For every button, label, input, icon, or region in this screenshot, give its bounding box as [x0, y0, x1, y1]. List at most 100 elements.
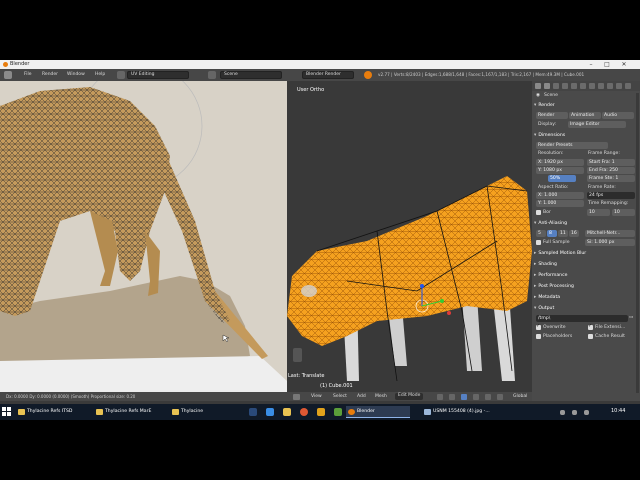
- manipulator-icon[interactable]: [461, 394, 467, 400]
- filter-size-field[interactable]: Si: 1.000 px: [585, 239, 635, 246]
- taskbar-item-blender[interactable]: Blender: [346, 406, 410, 418]
- menu-select[interactable]: Select: [333, 394, 347, 399]
- full-sample-checkbox[interactable]: [536, 240, 541, 245]
- aa-samples-11[interactable]: 11: [558, 230, 568, 237]
- orientation-selector[interactable]: Global: [513, 394, 527, 399]
- fps-selector[interactable]: 24 fps: [587, 192, 635, 199]
- taskbar-item-thylacine-refs-mare[interactable]: Thylacine Refs MarE: [94, 406, 160, 418]
- shading-panel[interactable]: Shading: [534, 262, 636, 270]
- aa-filter-selector[interactable]: Mitchell-Netr...: [585, 230, 635, 237]
- taskbar-item-usnm-image[interactable]: USNM 155408 (4).jpg -...: [422, 406, 498, 418]
- menu-add[interactable]: Add: [357, 394, 366, 399]
- world-tab-icon[interactable]: [562, 83, 568, 89]
- aa-samples-16[interactable]: 16: [569, 230, 579, 237]
- clock[interactable]: 10:44: [611, 408, 625, 414]
- edge-browser-icon[interactable]: [266, 408, 274, 416]
- task-view-icon[interactable]: [249, 408, 257, 416]
- shading-icon[interactable]: [437, 394, 443, 400]
- resolution-y-field[interactable]: Y: 1080 px: [536, 167, 584, 174]
- folder-icon: [172, 409, 179, 415]
- particles-tab-icon[interactable]: [625, 83, 631, 89]
- layers-tab-icon[interactable]: [544, 83, 550, 89]
- menu-mesh[interactable]: Mesh: [375, 394, 387, 399]
- resolution-x-field[interactable]: X: 1920 px: [536, 159, 584, 166]
- maximize-button[interactable]: □: [600, 60, 614, 69]
- aa-samples-8[interactable]: 8: [547, 230, 557, 237]
- menu-file[interactable]: File: [24, 72, 32, 77]
- constraints-tab-icon[interactable]: [580, 83, 586, 89]
- image-editor-viewport[interactable]: [0, 81, 287, 392]
- aa-samples-5[interactable]: 5: [536, 230, 546, 237]
- scene-selector[interactable]: Scene: [220, 71, 282, 79]
- scene-tab-icon[interactable]: [553, 83, 559, 89]
- data-tab-icon[interactable]: [598, 83, 604, 89]
- time-remap-old-field[interactable]: 10: [587, 209, 610, 216]
- layout-selector[interactable]: UV Editing: [127, 71, 189, 79]
- material-tab-icon[interactable]: [607, 83, 613, 89]
- minimize-button[interactable]: –: [584, 60, 598, 69]
- properties-scrollbar[interactable]: [636, 93, 639, 393]
- start-frame-field[interactable]: Start Fra: 1: [587, 159, 635, 166]
- modifiers-tab-icon[interactable]: [589, 83, 595, 89]
- system-tray-icon[interactable]: [560, 410, 565, 415]
- animation-button[interactable]: Animation: [569, 112, 601, 119]
- render-panel-header[interactable]: Render: [534, 103, 636, 111]
- display-selector[interactable]: Image Editor: [568, 121, 626, 128]
- time-remap-new-field[interactable]: 10: [612, 209, 635, 216]
- aspect-x-field[interactable]: X: 1.000: [536, 192, 584, 199]
- 3d-viewport[interactable]: User Ortho Last: Translate (1) Cube.001: [287, 81, 532, 392]
- network-icon[interactable]: [572, 410, 577, 415]
- aspect-y-field[interactable]: Y: 1.000: [536, 200, 584, 207]
- frame-step-field[interactable]: Frame Ste: 1: [587, 175, 635, 182]
- folder-icon[interactable]: ▭: [629, 315, 633, 320]
- file-explorer-icon[interactable]: [283, 408, 291, 416]
- close-button[interactable]: ✕: [617, 60, 631, 69]
- output-panel-header[interactable]: Output: [534, 306, 636, 314]
- overwrite-checkbox[interactable]: [536, 323, 541, 330]
- rotate-icon[interactable]: [485, 394, 491, 400]
- texture-tab-icon[interactable]: [616, 83, 622, 89]
- menu-render[interactable]: Render: [42, 72, 58, 77]
- post-processing-panel[interactable]: Post Processing: [534, 284, 636, 292]
- last-operator[interactable]: Last: Translate: [288, 373, 324, 379]
- metadata-panel[interactable]: Metadata: [534, 295, 636, 303]
- gizmo-z-icon[interactable]: [420, 284, 424, 288]
- menu-window[interactable]: Window: [67, 72, 85, 77]
- render-tab-icon[interactable]: [535, 83, 541, 89]
- 3d-scene: [287, 176, 532, 382]
- volume-icon[interactable]: [584, 410, 589, 415]
- mode-selector[interactable]: Edit Mode: [395, 393, 424, 400]
- editor-type-icon[interactable]: [4, 71, 12, 79]
- taskbar-item-thylacine[interactable]: Thylacine: [170, 406, 230, 418]
- placeholders-checkbox[interactable]: [536, 334, 541, 339]
- firefox-icon[interactable]: [300, 408, 308, 416]
- editor-type-icon[interactable]: [293, 394, 300, 400]
- render-presets-selector[interactable]: Render Presets: [536, 142, 608, 149]
- performance-panel[interactable]: Performance: [534, 273, 636, 281]
- audio-button[interactable]: Audio: [602, 112, 634, 119]
- output-path-field[interactable]: /tmp\: [536, 315, 628, 322]
- scale-icon[interactable]: [497, 394, 503, 400]
- cache-result-checkbox[interactable]: [588, 334, 593, 339]
- render-button[interactable]: Render: [536, 112, 568, 119]
- end-frame-field[interactable]: End Fra: 250: [587, 167, 635, 174]
- app-icon[interactable]: [317, 408, 325, 416]
- pivot-icon[interactable]: [449, 394, 455, 400]
- taskbar-label: Thylacine Refs MarE: [105, 409, 152, 414]
- start-button[interactable]: [2, 407, 12, 417]
- translate-icon[interactable]: [473, 394, 479, 400]
- dimensions-panel-header[interactable]: Dimensions: [534, 133, 636, 141]
- app-icon-2[interactable]: [334, 408, 342, 416]
- render-engine-selector[interactable]: Blender Render: [302, 71, 354, 79]
- taskbar-item-thylacine-refs-itsd[interactable]: Thylacine Refs ITSD: [16, 406, 80, 418]
- menu-help[interactable]: Help: [95, 72, 105, 77]
- gizmo-y-icon[interactable]: [440, 299, 444, 303]
- sampled-motion-blur-panel[interactable]: Sampled Motion Blur: [534, 251, 636, 259]
- object-tab-icon[interactable]: [571, 83, 577, 89]
- file-extensions-checkbox[interactable]: [588, 323, 593, 330]
- border-checkbox[interactable]: [536, 210, 541, 215]
- anti-aliasing-panel-header[interactable]: Anti-Aliasing: [534, 221, 636, 229]
- menu-view[interactable]: View: [311, 394, 322, 399]
- gizmo-x-icon[interactable]: [447, 311, 451, 315]
- resolution-percentage-slider[interactable]: 50%: [548, 175, 576, 182]
